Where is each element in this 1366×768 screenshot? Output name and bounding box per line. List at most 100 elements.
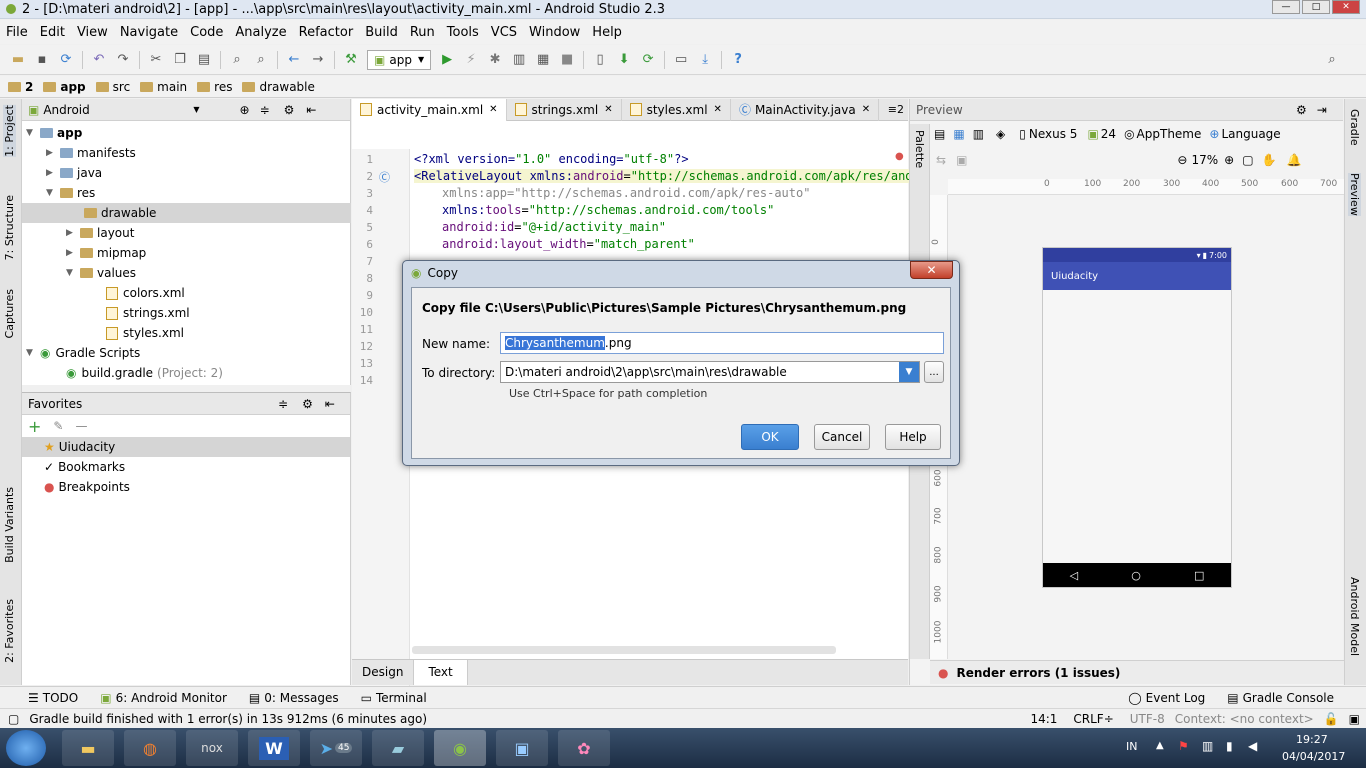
zoom-out-icon[interactable]: ⊖ — [1177, 153, 1187, 167]
debug-icon[interactable]: ✱ — [487, 52, 503, 68]
device-select[interactable]: Nexus 5 — [1029, 127, 1078, 141]
tree-item-build-gradle[interactable]: ◉ build.gradle (Project: 2) — [66, 363, 223, 383]
tab-text[interactable]: Text — [414, 660, 468, 685]
hand-icon[interactable]: ✋ — [1262, 153, 1277, 167]
tree-item-drawable[interactable]: drawable — [22, 203, 351, 223]
status-message[interactable]: Gradle build finished with 1 error(s) in… — [29, 712, 427, 726]
tray-flag-icon[interactable]: ⚑ — [1178, 739, 1189, 753]
tab-overflow-button[interactable]: ≡2 — [888, 103, 908, 116]
menu-navigate[interactable]: Navigate — [114, 25, 184, 40]
tab-design[interactable]: Design — [352, 660, 415, 685]
menu-refactor[interactable]: Refactor — [293, 25, 360, 40]
start-button[interactable] — [6, 730, 46, 766]
tool-tab-structure[interactable]: 7: Structure — [3, 195, 16, 260]
menu-edit[interactable]: Edit — [34, 25, 71, 40]
browse-button[interactable]: ... — [924, 361, 944, 383]
forward-icon[interactable]: → — [310, 52, 326, 68]
tool-tab-palette[interactable]: Palette — [913, 130, 926, 168]
attach-debugger-icon[interactable]: ▦ — [535, 52, 551, 68]
avd-manager-icon[interactable]: ▯ — [592, 52, 608, 68]
edit-icon[interactable]: ✎ — [53, 419, 63, 433]
device-preview[interactable]: ▾ ▮ 7:00 Uiudacity ◁ ○ □ — [1042, 247, 1232, 588]
breadcrumb-item-src[interactable]: src — [95, 80, 141, 94]
taskbar-explorer[interactable]: ▬ — [62, 730, 114, 766]
tree-item-app[interactable]: ▼ app — [26, 123, 82, 143]
instant-run-icon[interactable]: ⚡ — [463, 52, 479, 68]
close-icon[interactable]: ✕ — [862, 104, 870, 115]
taskbar-word[interactable]: W — [248, 730, 300, 766]
tree-item-values[interactable]: ▼ values — [66, 263, 136, 283]
close-icon[interactable]: ✕ — [714, 104, 722, 115]
tool-tab-preview[interactable]: Preview — [1348, 173, 1361, 216]
tool-tab-android-model[interactable]: Android Model — [1348, 577, 1361, 656]
menu-code[interactable]: Code — [184, 25, 229, 40]
tool-messages[interactable]: 0: Messages — [264, 691, 338, 705]
tray-arrow-icon[interactable]: ▲ — [1156, 740, 1164, 751]
redo-icon[interactable]: ↷ — [115, 52, 131, 68]
code-line-1[interactable]: <?xml version="1.0" encoding="utf-8"?> — [414, 152, 689, 166]
lock-icon[interactable]: 🔓 — [1324, 712, 1339, 726]
open-folder-icon[interactable]: ▬ — [10, 52, 26, 68]
profile-icon[interactable]: ▥ — [511, 52, 527, 68]
find-icon[interactable]: ⌕ — [229, 52, 245, 68]
tab-styles-xml[interactable]: styles.xml ✕ — [622, 98, 731, 121]
split-icon[interactable]: ▥ — [973, 127, 984, 141]
hide-icon[interactable]: ⇤ — [306, 103, 316, 117]
render-errors-bar[interactable]: ● Render errors (1 issues) — [930, 660, 1344, 684]
orientation-icon[interactable]: ◈ — [996, 127, 1005, 141]
close-icon[interactable]: ✕ — [489, 104, 497, 115]
tool-gradle-console[interactable]: Gradle Console — [1243, 691, 1334, 705]
menu-view[interactable]: View — [71, 25, 114, 40]
undo-icon[interactable]: ↶ — [91, 52, 107, 68]
clock-time[interactable]: 19:27 — [1296, 733, 1328, 746]
class-marker-icon[interactable]: Ⓒ — [379, 169, 390, 185]
tool-tab-favorites[interactable]: 2: Favorites — [3, 599, 16, 663]
save-icon[interactable]: ▪ — [34, 52, 50, 68]
taskbar-paint[interactable]: ✿ — [558, 730, 610, 766]
tab-activity-main-xml[interactable]: activity_main.xml ✕ — [352, 98, 507, 121]
error-marker-icon[interactable]: ● — [895, 151, 904, 162]
taskbar-uc-browser[interactable]: ◍ — [124, 730, 176, 766]
pan-icon[interactable]: ⇆ — [936, 153, 946, 167]
tool-tab-project[interactable]: 1: Project — [3, 105, 16, 157]
project-structure-icon[interactable]: ▭ — [673, 52, 689, 68]
layout-icon[interactable]: ▤ — [934, 127, 945, 141]
tool-terminal[interactable]: Terminal — [376, 691, 427, 705]
favorite-item-uiudacity[interactable]: ★ Uiudacity — [22, 437, 350, 457]
gear-icon[interactable]: ⚙ — [1296, 103, 1307, 117]
replace-icon[interactable]: ⌕ — [253, 52, 269, 68]
context[interactable]: Context: <no context> — [1175, 712, 1314, 726]
run-icon[interactable]: ▶ — [439, 52, 455, 68]
taskbar-nox[interactable]: nox — [186, 730, 238, 766]
tree-item-styles-xml[interactable]: styles.xml — [106, 323, 184, 343]
code-line-3[interactable]: xmlns:app="http://schemas.android.com/ap… — [442, 186, 810, 200]
chevron-down-icon[interactable]: ▼ — [899, 362, 919, 382]
close-icon[interactable]: ✕ — [604, 104, 612, 115]
menu-build[interactable]: Build — [359, 25, 404, 40]
download-icon[interactable]: ⤓ — [697, 52, 713, 68]
menu-window[interactable]: Window — [523, 25, 586, 40]
favorite-item-breakpoints[interactable]: ● Breakpoints — [22, 477, 350, 497]
tree-item-res[interactable]: ▼ res — [46, 183, 95, 203]
blueprint-icon[interactable]: ▦ — [953, 127, 964, 141]
taskbar-telegram[interactable]: ➤ 45 — [310, 730, 362, 766]
breadcrumb-item-drawable[interactable]: drawable — [242, 80, 324, 94]
tree-item-manifests[interactable]: ▶ manifests — [46, 143, 136, 163]
api-select[interactable]: 24 — [1101, 127, 1116, 141]
hide-icon[interactable]: ⇤ — [325, 397, 335, 411]
back-icon[interactable]: ← — [286, 52, 302, 68]
input-language[interactable]: IN — [1126, 740, 1137, 753]
caret-position[interactable]: 14:1 — [1030, 712, 1057, 726]
language-select[interactable]: Language — [1221, 127, 1280, 141]
project-view-select[interactable]: Android — [43, 103, 193, 117]
copy-icon[interactable]: ❐ — [172, 52, 188, 68]
gear-icon[interactable]: ⚙ — [302, 397, 313, 411]
favorite-item-bookmarks[interactable]: ✓ Bookmarks — [22, 457, 350, 477]
help-icon[interactable]: ? — [730, 52, 746, 68]
code-line-5[interactable]: android:id="@+id/activity_main" — [442, 220, 666, 234]
tool-android-monitor[interactable]: 6: Android Monitor — [116, 691, 227, 705]
line-separator[interactable]: CRLF÷ — [1073, 712, 1113, 726]
tab-mainactivity-java[interactable]: Ⓒ MainActivity.java ✕ — [731, 98, 880, 121]
tab-strings-xml[interactable]: strings.xml ✕ — [507, 98, 622, 121]
breadcrumb-item-app[interactable]: app — [43, 80, 95, 94]
